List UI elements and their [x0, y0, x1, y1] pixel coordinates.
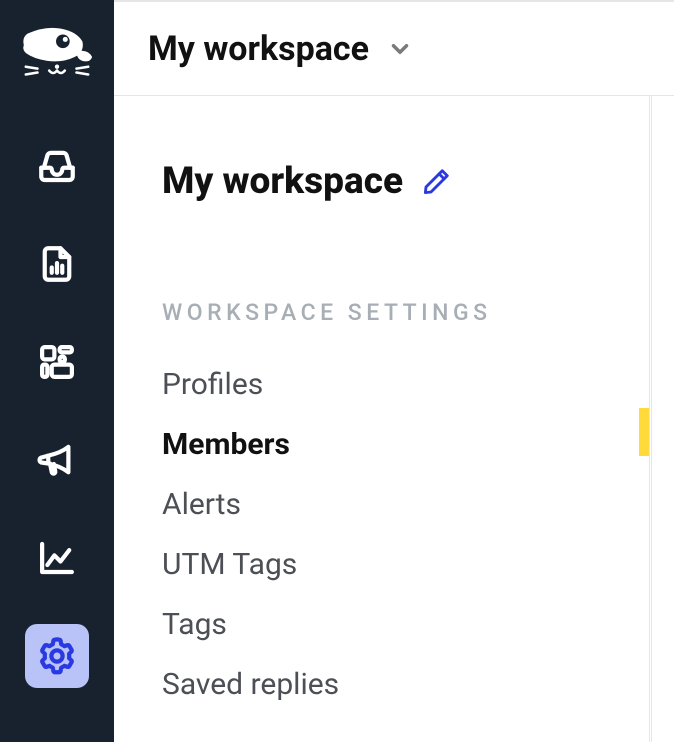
nav-inbox[interactable] — [25, 134, 89, 198]
app-logo — [18, 20, 96, 90]
main-area: My workspace My workspace WORKSPACE SETT… — [114, 0, 674, 742]
nav-settings[interactable] — [25, 624, 89, 688]
inbox-icon — [36, 145, 78, 187]
topbar: My workspace — [114, 0, 674, 96]
megaphone-icon — [36, 439, 78, 481]
settings-panel: My workspace WORKSPACE SETTINGS Profiles… — [114, 96, 650, 742]
pencil-icon — [421, 167, 451, 197]
settings-menu: Profiles Members Alerts UTM Tags Tags Sa… — [162, 354, 649, 714]
nav-analytics[interactable] — [25, 526, 89, 590]
edit-workspace-name-button[interactable] — [421, 167, 451, 197]
settings-section-label: WORKSPACE SETTINGS — [162, 299, 649, 326]
nav-reports[interactable] — [25, 232, 89, 296]
nav-rail — [0, 0, 114, 742]
line-chart-icon — [36, 537, 78, 579]
menu-item-tags[interactable]: Tags — [162, 594, 649, 654]
menu-item-alerts[interactable]: Alerts — [162, 474, 649, 534]
menu-item-members[interactable]: Members — [162, 414, 649, 474]
selection-indicator — [639, 408, 649, 456]
menu-item-utm-tags[interactable]: UTM Tags — [162, 534, 649, 594]
workspace-name: My workspace — [162, 160, 403, 203]
file-chart-icon — [36, 243, 78, 285]
nav-announcements[interactable] — [25, 428, 89, 492]
grid-icon — [36, 341, 78, 383]
menu-item-saved-replies[interactable]: Saved replies — [162, 654, 649, 714]
gear-icon — [36, 635, 78, 677]
chevron-down-icon — [387, 36, 413, 62]
workspace-switcher-chevron[interactable] — [387, 36, 413, 62]
nav-apps[interactable] — [25, 330, 89, 394]
content-area-edge — [651, 96, 674, 742]
menu-item-profiles[interactable]: Profiles — [162, 354, 649, 414]
workspace-switcher-label[interactable]: My workspace — [148, 29, 369, 69]
